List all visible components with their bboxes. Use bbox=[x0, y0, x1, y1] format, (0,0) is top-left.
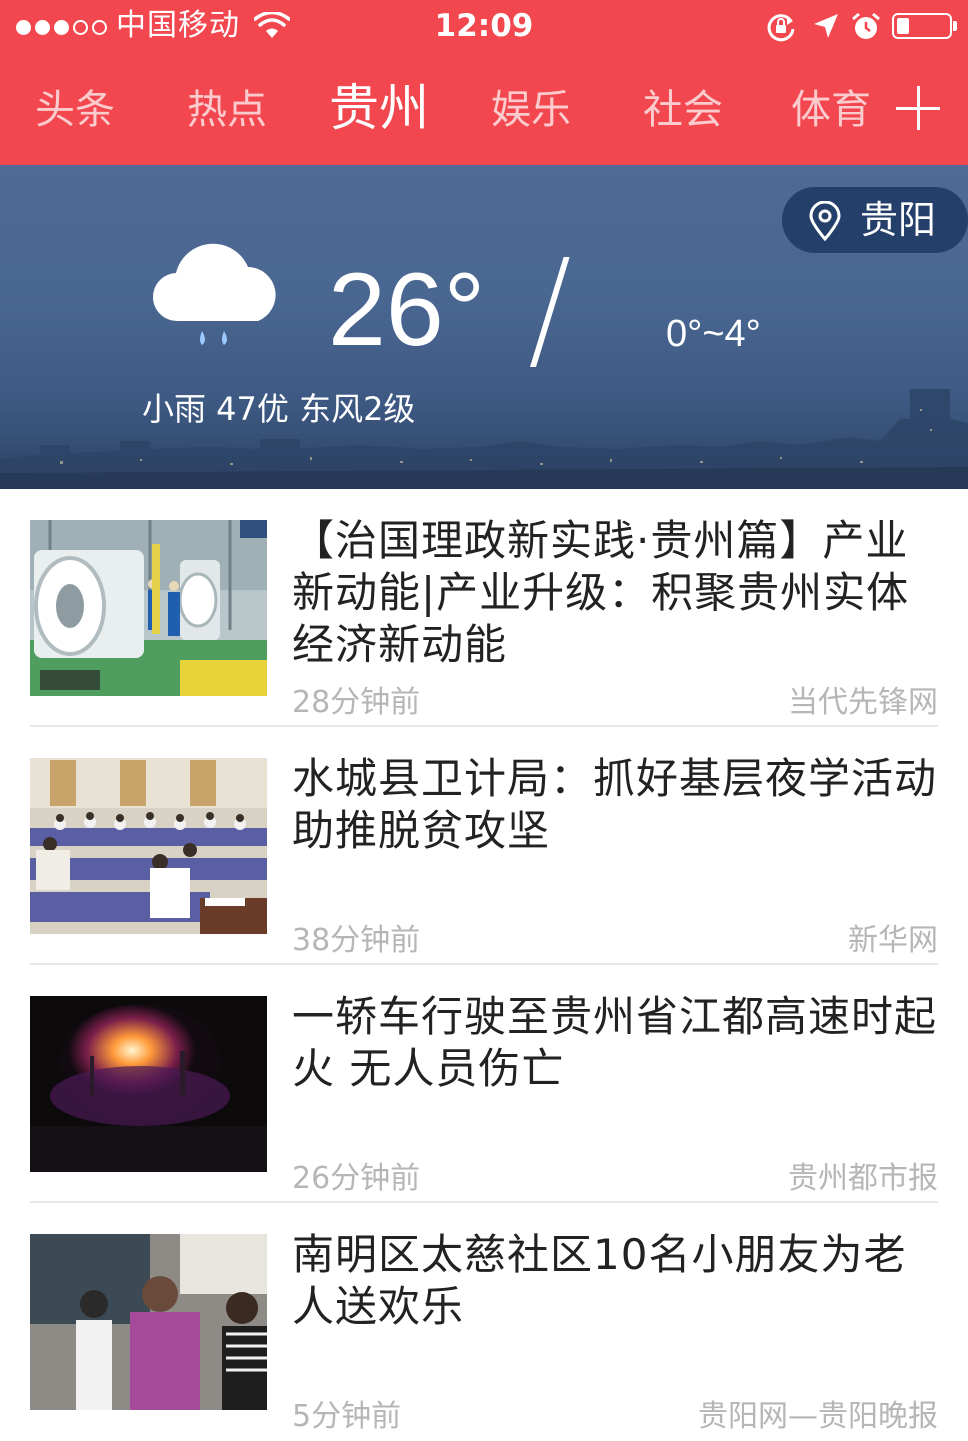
news-item[interactable]: 一轿车行驶至贵州省江都高速时起火 无人员伤亡 26分钟前 贵州都市报 bbox=[30, 965, 938, 1203]
news-source: 贵阳网—贵阳晚报 bbox=[698, 1399, 938, 1434]
news-item[interactable]: 水城县卫计局：抓好基层夜学活动助推脱贫攻坚 38分钟前 新华网 bbox=[30, 727, 938, 965]
alarm-icon bbox=[852, 12, 880, 39]
location-pin-icon bbox=[809, 201, 841, 241]
news-time: 5分钟前 bbox=[292, 1399, 402, 1434]
news-title[interactable]: 【治国理政新实践·贵州篇】产业新动能|产业升级：积聚贵州实体经济新动能 bbox=[292, 515, 938, 671]
news-thumbnail bbox=[30, 758, 267, 934]
app-header: 中国移动 12:09 头条 热点 贵州 娱乐 社会 体育 bbox=[0, 0, 968, 165]
news-source: 当代先锋网 bbox=[788, 685, 938, 720]
current-temperature: 26° bbox=[328, 252, 486, 368]
news-source: 贵州都市报 bbox=[788, 1161, 938, 1196]
news-item[interactable]: 【治国理政新实践·贵州篇】产业新动能|产业升级：积聚贵州实体经济新动能 28分钟… bbox=[30, 489, 938, 727]
location-arrow-icon bbox=[814, 14, 838, 38]
children-and-elder-photo bbox=[30, 1234, 267, 1410]
status-bar: 中国移动 12:09 bbox=[0, 0, 968, 54]
location-city: 贵阳 bbox=[860, 198, 937, 242]
tab-headlines[interactable]: 头条 bbox=[15, 84, 135, 136]
temperature-range: 0°~4° bbox=[666, 313, 761, 355]
location-selector[interactable]: 贵阳 bbox=[782, 187, 968, 253]
cloud-rain-icon bbox=[152, 243, 276, 345]
add-channel-icon[interactable] bbox=[896, 86, 940, 130]
news-title[interactable]: 南明区太慈社区10名小朋友为老人送欢乐 bbox=[292, 1229, 938, 1333]
tab-hot[interactable]: 热点 bbox=[167, 84, 287, 136]
news-time: 28分钟前 bbox=[292, 685, 421, 720]
news-thumbnail bbox=[30, 1234, 267, 1410]
news-time: 26分钟前 bbox=[292, 1161, 421, 1196]
factory-photo bbox=[30, 520, 267, 696]
news-time: 38分钟前 bbox=[292, 923, 421, 958]
news-thumbnail bbox=[30, 996, 267, 1172]
tab-guizhou[interactable]: 贵州 bbox=[319, 82, 439, 134]
battery-icon bbox=[892, 13, 957, 39]
tab-sports[interactable]: 体育 bbox=[775, 84, 875, 136]
channel-tabs: 头条 热点 贵州 娱乐 社会 体育 bbox=[0, 70, 968, 150]
tab-society[interactable]: 社会 bbox=[623, 84, 743, 136]
weather-card[interactable]: 贵阳 26° 0°~4° 小雨 47优 东风2级 bbox=[0, 165, 968, 489]
news-thumbnail bbox=[30, 520, 267, 696]
meeting-hall-photo bbox=[30, 758, 267, 934]
rotation-lock-icon bbox=[767, 14, 795, 42]
news-title[interactable]: 一轿车行驶至贵州省江都高速时起火 无人员伤亡 bbox=[292, 991, 938, 1095]
car-fire-photo bbox=[30, 996, 267, 1172]
weather-conditions: 小雨 47优 东风2级 bbox=[142, 390, 416, 428]
news-source: 新华网 bbox=[848, 923, 938, 958]
news-title[interactable]: 水城县卫计局：抓好基层夜学活动助推脱贫攻坚 bbox=[292, 753, 938, 857]
news-item[interactable]: 南明区太慈社区10名小朋友为老人送欢乐 5分钟前 贵阳网—贵阳晚报 bbox=[30, 1203, 938, 1441]
tab-entertainment[interactable]: 娱乐 bbox=[471, 84, 591, 136]
